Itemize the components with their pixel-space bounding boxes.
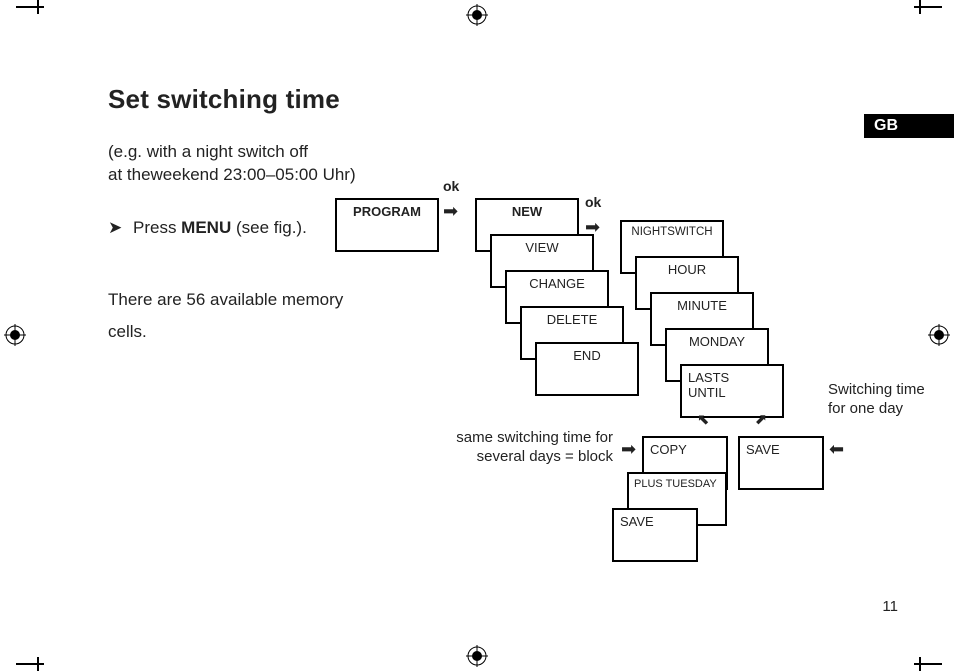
registration-mark-icon: [466, 4, 488, 26]
note-one-day: Switching timefor one day: [828, 380, 925, 418]
intro-paragraph: (e.g. with a night switch off at theweek…: [108, 140, 356, 186]
press-menu-instruction: ➤ Press MENU (see fig.).: [108, 218, 307, 238]
note-block: same switching time forseveral days = bl…: [443, 428, 613, 466]
box-lasts-until: LASTSUNTIL: [680, 364, 784, 418]
registration-mark-icon: [4, 324, 26, 346]
arrow-right-icon: ➡: [621, 440, 636, 458]
chevron-right-icon: ➤: [108, 218, 122, 237]
page-title: Set switching time: [108, 84, 340, 115]
box-save-2: SAVE: [612, 508, 698, 562]
menu-flow-diagram: PROGRAM ok ➡ NEW VIEW CHANGE DELETE END …: [335, 178, 925, 598]
box-program: PROGRAM: [335, 198, 439, 252]
page-number: 11: [882, 598, 898, 615]
locale-tab: GB: [864, 114, 954, 138]
registration-mark-icon: [928, 324, 950, 346]
registration-mark-icon: [466, 645, 488, 667]
memory-note: There are 56 available memory cells.: [108, 284, 343, 348]
ok-label: ok: [585, 194, 601, 210]
arrow-right-icon: ➡: [443, 202, 458, 220]
box-end: END: [535, 342, 639, 396]
arrow-right-icon: ➡: [585, 218, 600, 236]
arrow-left-icon: ➡: [829, 440, 844, 458]
box-save: SAVE: [738, 436, 824, 490]
ok-label: ok: [443, 178, 459, 194]
